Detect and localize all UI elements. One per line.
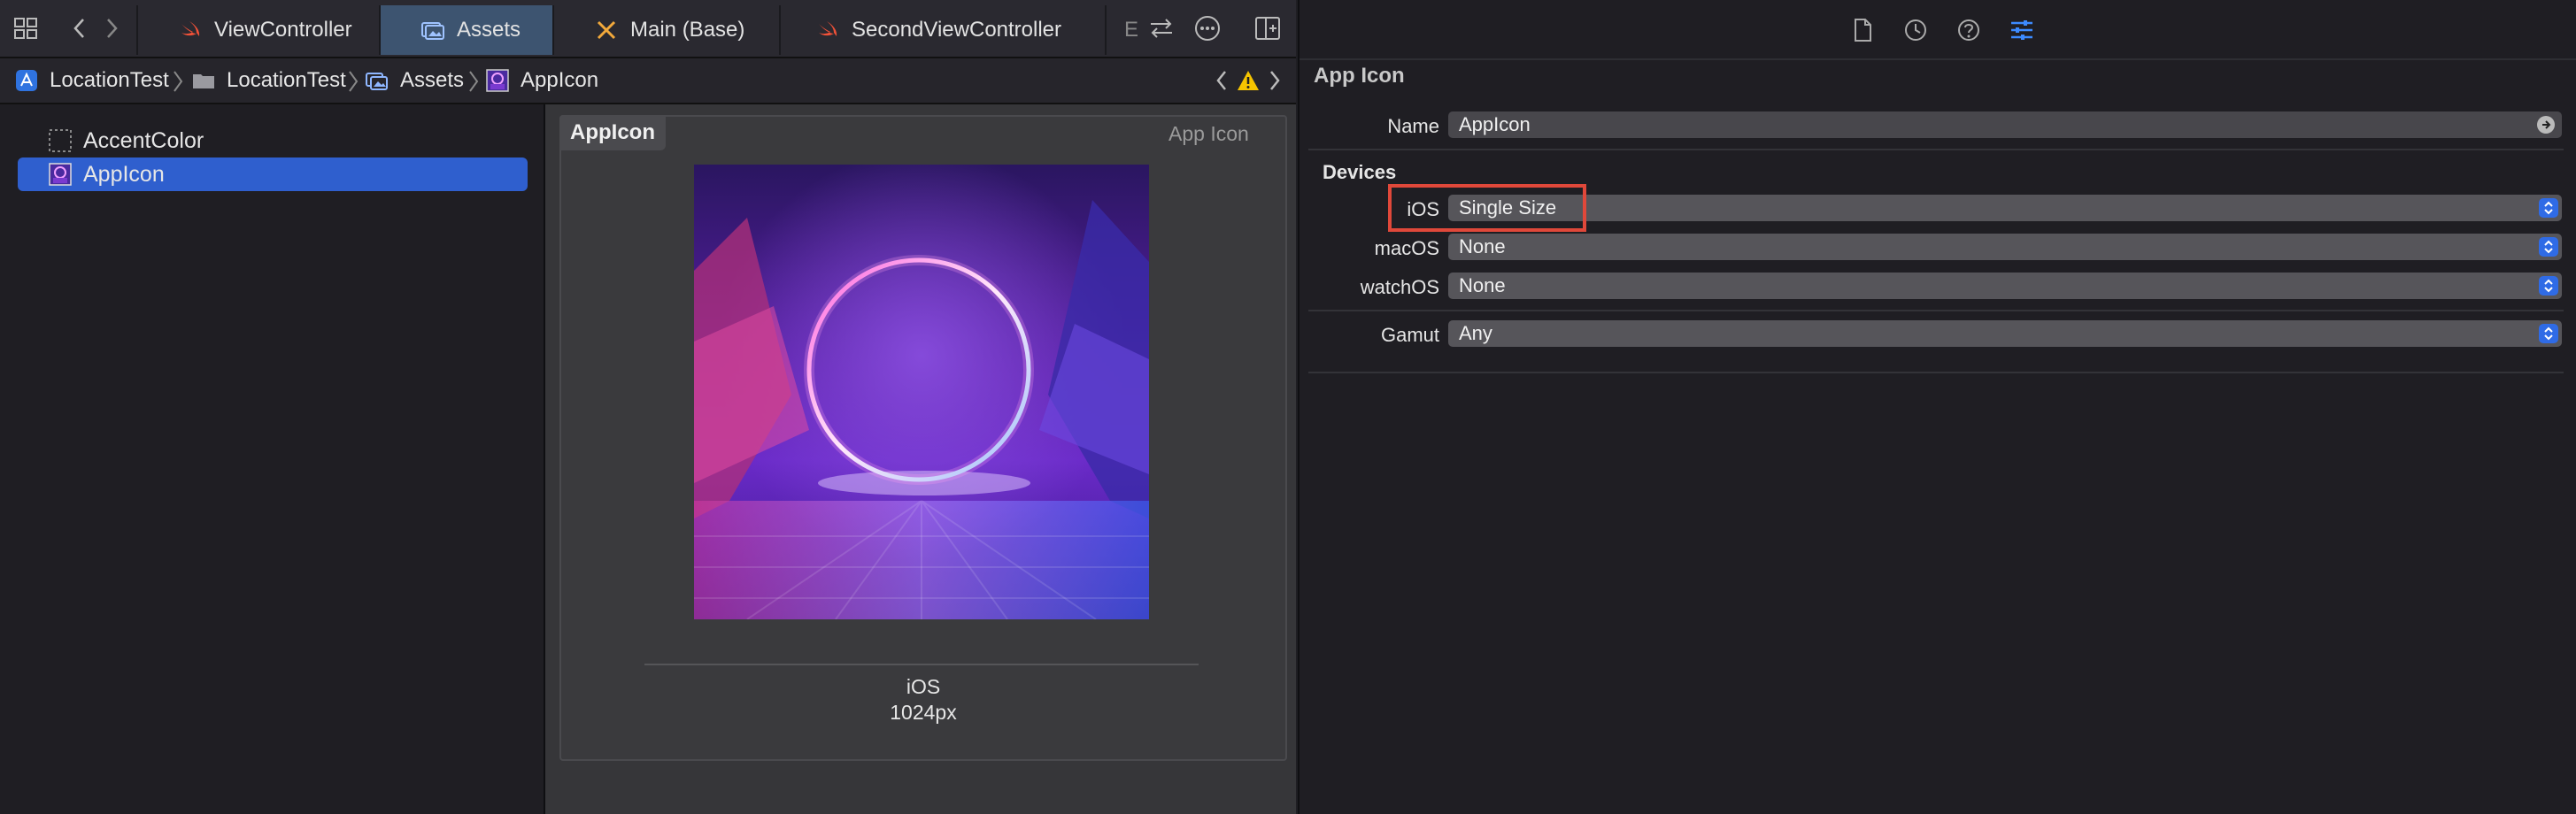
breadcrumb-appicon[interactable]: AppIcon — [485, 58, 598, 103]
watchos-value: None — [1459, 274, 1506, 296]
help-inspector-icon[interactable] — [1955, 16, 1983, 44]
back-arrow-icon[interactable] — [64, 12, 96, 44]
asset-catalog-icon — [420, 17, 446, 43]
list-item-label: AppIcon — [83, 161, 165, 187]
macos-value: None — [1459, 235, 1506, 257]
asset-catalog-icon — [365, 68, 389, 93]
swift-icon — [814, 17, 841, 43]
more-options-icon[interactable] — [1192, 12, 1223, 44]
add-editor-icon[interactable] — [1252, 12, 1284, 44]
history-inspector-icon[interactable] — [1901, 16, 1930, 44]
popup-stepper-icon — [2539, 324, 2558, 343]
breadcrumb-label: Assets — [400, 68, 465, 92]
icon-set-kind: App Icon — [1168, 122, 1249, 145]
tab-label: Assets — [457, 18, 521, 42]
project-icon — [14, 68, 39, 93]
color-set-icon — [48, 128, 73, 153]
gamut-popup[interactable]: Any — [1448, 320, 2562, 347]
tab-secondviewcontroller[interactable]: SecondViewController — [781, 5, 1105, 55]
list-item-appicon[interactable]: AppIcon — [18, 157, 528, 191]
app-icon-thumb — [485, 68, 510, 93]
grid-icon[interactable] — [11, 12, 42, 44]
app-icon-thumb — [48, 162, 73, 187]
chevron-right-icon — [347, 70, 359, 93]
app-icon-image[interactable] — [694, 165, 1149, 619]
slot-divider — [644, 664, 1199, 665]
tab-assets[interactable]: Assets — [381, 5, 552, 55]
breadcrumb-label: LocationTest — [50, 68, 169, 92]
forward-arrow-icon[interactable] — [96, 12, 127, 44]
icon-slot-label: iOS 1024px — [559, 674, 1287, 726]
tab-bar: ViewController Assets Main (Base) Second… — [0, 0, 1296, 58]
tab-viewcontroller[interactable]: ViewController — [138, 5, 379, 55]
watchos-label: watchOS — [1360, 276, 1439, 298]
name-field[interactable]: AppIcon — [1448, 111, 2562, 138]
list-item-label: AccentColor — [83, 127, 204, 153]
swift-icon — [177, 17, 204, 43]
name-value: AppIcon — [1459, 113, 1531, 135]
list-item-accentcolor[interactable]: AccentColor — [18, 124, 528, 157]
editor-area: ViewController Assets Main (Base) Second… — [0, 0, 1296, 814]
tab-main-base[interactable]: Main (Base) — [554, 5, 779, 55]
tab-label: Main (Base) — [630, 18, 745, 42]
divider — [1308, 149, 2564, 150]
chevron-right-icon — [467, 70, 480, 93]
tab-label: SecondViewController — [852, 18, 1062, 42]
divider — [1308, 372, 2564, 373]
inspector-title: App Icon — [1314, 64, 1405, 88]
ios-popup[interactable]: Single Size — [1448, 195, 2562, 221]
macos-popup[interactable]: None — [1448, 234, 2562, 260]
breadcrumb-assets[interactable]: Assets — [365, 58, 464, 103]
breadcrumb-label: AppIcon — [521, 68, 599, 92]
asset-navigator: AccentColor AppIcon — [0, 104, 545, 814]
swap-arrows-icon[interactable] — [1145, 12, 1177, 44]
jump-bar: LocationTest LocationTest Assets AppIcon — [0, 58, 1296, 104]
previous-issue-icon[interactable] — [1213, 69, 1230, 92]
arrow-right-circle-icon[interactable] — [2537, 116, 2555, 134]
chevron-right-icon — [172, 70, 184, 93]
icon-set-title: AppIcon — [559, 115, 666, 150]
gamut-value: Any — [1459, 322, 1492, 344]
file-inspector-icon[interactable] — [1848, 16, 1877, 44]
folder-icon — [191, 68, 216, 93]
macos-label: macOS — [1374, 237, 1439, 259]
tab-overflow[interactable]: E — [1124, 5, 1140, 55]
popup-stepper-icon — [2539, 198, 2558, 218]
breadcrumb-folder[interactable]: LocationTest — [191, 58, 346, 103]
next-issue-icon[interactable] — [1266, 69, 1284, 92]
storyboard-icon — [593, 17, 620, 43]
popup-stepper-icon — [2539, 276, 2558, 296]
popup-stepper-icon — [2539, 237, 2558, 257]
divider — [1308, 310, 2564, 311]
gamut-label: Gamut — [1380, 324, 1439, 346]
slot-platform: iOS — [906, 675, 941, 698]
inspector-tab-bar — [1300, 0, 2576, 60]
slot-size: 1024px — [890, 701, 957, 724]
breadcrumb-project[interactable]: LocationTest — [14, 58, 169, 103]
tab-label: E — [1124, 18, 1139, 42]
warning-icon[interactable] — [1236, 69, 1261, 92]
watchos-popup[interactable]: None — [1448, 273, 2562, 299]
highlight-box — [1388, 184, 1586, 232]
tab-label: ViewController — [214, 18, 352, 42]
devices-header: Devices — [1323, 161, 1397, 183]
name-label: Name — [1387, 115, 1439, 137]
breadcrumb-label: LocationTest — [227, 68, 346, 92]
attributes-inspector-icon[interactable] — [2008, 16, 2036, 44]
